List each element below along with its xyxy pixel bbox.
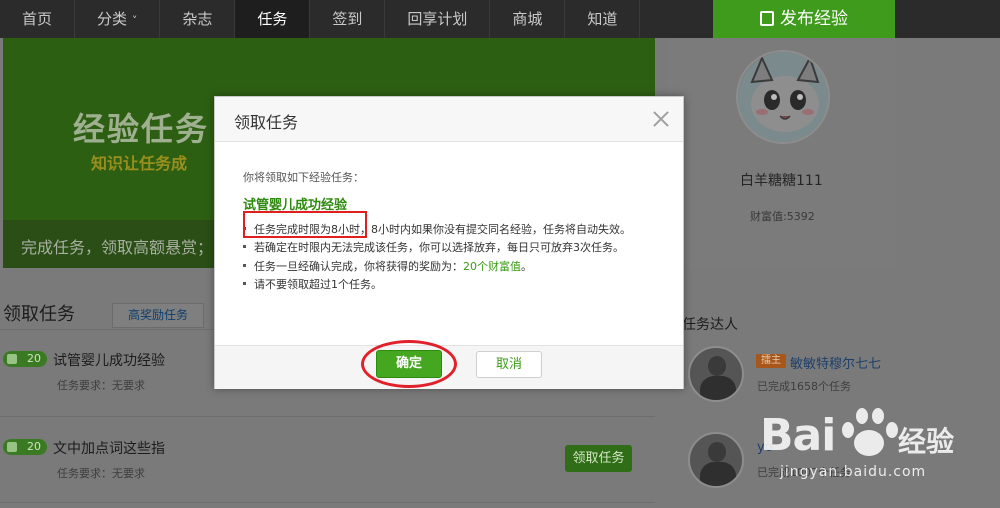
- nav-category-label: 分类: [97, 10, 128, 28]
- rule-limit-text: 请不要领取超过1个任务。: [254, 278, 382, 291]
- edit-icon: [760, 11, 774, 26]
- bullet-dot: [243, 264, 246, 267]
- tab-high-reward[interactable]: 高奖励任务: [112, 303, 204, 328]
- rule-abandon-text: 若确定在时限内无法完成该任务，你可以选择放弃，每日只可放弃3次任务。: [254, 241, 624, 254]
- dialog-intro: 你将领取如下经验任务：: [243, 171, 364, 184]
- nav-magazine[interactable]: 杂志: [160, 0, 236, 38]
- claim-task-dialog: 领取任务 你将领取如下经验任务： 试管婴儿成功经验 任务完成时限为8小时，8小时…: [214, 96, 684, 389]
- rule-item: 若确定在时限内无法完成该任务，你可以选择放弃，每日只可放弃3次任务。: [243, 239, 624, 255]
- nav-tail: [895, 0, 1000, 38]
- reward-badge: 20: [3, 439, 47, 455]
- task-title[interactable]: 文中加点词这些指: [53, 438, 165, 458]
- cat-avatar-icon: [738, 52, 828, 142]
- rule-item: 任务一旦经确认完成，你将获得的奖励为：20个财富值。: [243, 258, 532, 274]
- person-head-shape: [708, 442, 726, 462]
- nav-share-plan[interactable]: 回享计划: [385, 0, 491, 38]
- master-avatar[interactable]: [688, 346, 744, 402]
- watermark-url: jingyan.baidu.com: [780, 464, 927, 480]
- user-name[interactable]: 白羊糖糖111: [740, 170, 823, 190]
- avatar[interactable]: [736, 50, 830, 144]
- reward-badge: 20: [3, 351, 47, 367]
- master-avatar[interactable]: [688, 432, 744, 488]
- banner-subtitle: 知识让任务成: [91, 154, 188, 173]
- baidu-paw-icon: [838, 406, 898, 460]
- dialog-header: 领取任务: [215, 97, 683, 142]
- wealth-value: 财富值:5392: [750, 210, 815, 223]
- row-divider: [0, 502, 655, 503]
- champion-badge: 擂主: [756, 354, 786, 368]
- task-requirement: 任务要求：无要求: [57, 467, 145, 480]
- master-name[interactable]: 敏敏特穆尔七七: [790, 353, 881, 372]
- section-title: 领取任务: [3, 304, 75, 325]
- rule-item: 请不要领取超过1个任务。: [243, 276, 382, 292]
- nav-store[interactable]: 商城: [490, 0, 566, 38]
- nav-zhidao[interactable]: 知道: [565, 0, 641, 38]
- bullet-dot: [243, 245, 246, 248]
- row-divider: [0, 416, 655, 417]
- dialog-title: 领取任务: [234, 113, 299, 132]
- reward-amount: 20个财富值: [463, 260, 521, 273]
- watermark-logo-text: Bai: [760, 410, 836, 461]
- top-nav: 首页 分类 ˅ 杂志 任务 签到 回享计划 商城 知道 发布经验: [0, 0, 1000, 38]
- claim-task-button[interactable]: 领取任务: [565, 445, 632, 472]
- rule-reward-text: 任务一旦经确认完成，你将获得的奖励为：: [254, 260, 463, 273]
- person-body-shape: [700, 462, 736, 486]
- annotation-circle: [361, 340, 457, 388]
- banner-tagline: 完成任务，领取高额悬赏；: [21, 238, 214, 257]
- rule-expire-text: 8小时内如果你没有提交同名经验，任务将自动失效。: [371, 223, 631, 236]
- nav-home[interactable]: 首页: [0, 0, 76, 38]
- annotation-highlight-box: [243, 211, 367, 238]
- publish-button[interactable]: 发布经验: [713, 0, 895, 38]
- task-requirement: 任务要求：无要求: [57, 379, 145, 392]
- close-icon[interactable]: [649, 107, 673, 131]
- task-title[interactable]: 试管婴儿成功经验: [53, 350, 165, 370]
- nav-category[interactable]: 分类 ˅: [75, 0, 161, 38]
- nav-checkin[interactable]: 签到: [310, 0, 386, 38]
- baidu-watermark: Bai 经验 jingyan.baidu.com: [760, 400, 1000, 508]
- chevron-down-icon: ˅: [131, 14, 138, 27]
- bullet-dot: [243, 282, 246, 285]
- cancel-button[interactable]: 取消: [476, 351, 542, 378]
- masters-title: 任务达人: [682, 317, 738, 333]
- nav-tasks[interactable]: 任务: [235, 0, 311, 38]
- watermark-jingyan-text: 经验: [898, 425, 955, 458]
- person-body-shape: [700, 376, 736, 400]
- publish-label: 发布经验: [780, 9, 848, 29]
- master-completed: 已完成1658个任务: [757, 380, 851, 393]
- rule-reward-end: 。: [521, 260, 532, 273]
- banner-title: 经验任务: [73, 110, 210, 148]
- person-head-shape: [708, 356, 726, 376]
